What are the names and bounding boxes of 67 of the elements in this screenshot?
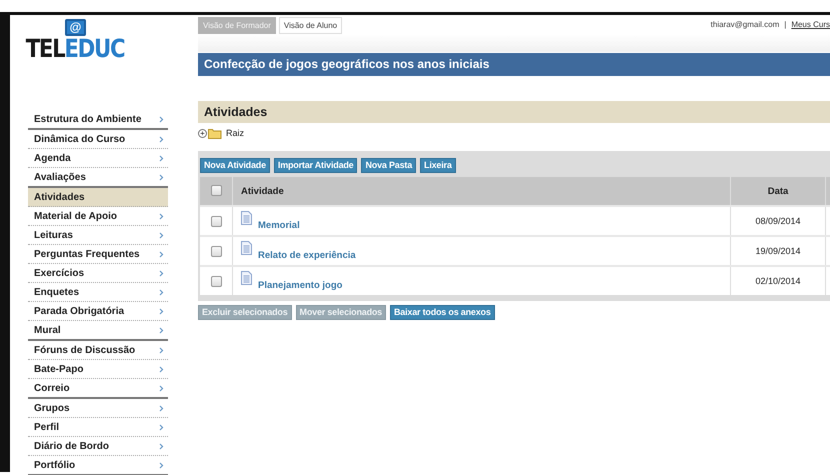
- sidebar-item[interactable]: Fóruns de Discussão: [28, 341, 168, 360]
- sidebar-item[interactable]: Dinâmica do Curso: [28, 130, 168, 149]
- table-cell: 08/09/2014: [730, 206, 826, 236]
- breadcrumb-link[interactable]: Raiz: [226, 128, 244, 138]
- chevron-icon: [159, 250, 164, 258]
- chevron-icon: [159, 174, 164, 180]
- checkbox[interactable]: [210, 185, 222, 196]
- checkbox[interactable]: [210, 276, 222, 287]
- toolbar-button[interactable]: Importar Atividade: [274, 158, 358, 173]
- sidebar-item[interactable]: Leituras: [28, 226, 168, 245]
- sidebar-item[interactable]: Avaliações: [28, 168, 168, 186]
- sidebar-item[interactable]: Parada Obrigatória: [28, 302, 168, 321]
- chevron-icon: [159, 346, 164, 354]
- sidebar-item[interactable]: Diário de Bordo: [28, 437, 168, 456]
- sidebar-item[interactable]: Portfólio: [28, 456, 168, 474]
- document-icon: [241, 271, 252, 288]
- sidebar-item[interactable]: Estrutura do Ambiente: [28, 110, 168, 128]
- column-header: Atividade: [232, 177, 730, 206]
- chevron-icon: [159, 384, 164, 392]
- courses-link[interactable]: Meus Curs: [791, 20, 830, 29]
- course-title-bar: Confecção de jogos geográficos nos anos iniciais: [198, 53, 830, 76]
- table-cell: 02/10/2014: [730, 266, 826, 295]
- chevron-icon: [159, 326, 164, 334]
- toolbar-button[interactable]: Nova Pasta: [361, 158, 416, 173]
- chevron-icon: [159, 404, 164, 412]
- sidebar-item[interactable]: Exercícios: [28, 264, 168, 283]
- sidebar-item[interactable]: Perfil: [28, 418, 168, 437]
- sidebar-item[interactable]: Perguntas Frequentes: [28, 245, 168, 264]
- expand-icon[interactable]: +: [198, 128, 207, 138]
- sidebar-item[interactable]: Bate-Papo: [28, 360, 168, 379]
- chevron-icon: [159, 288, 164, 296]
- section-title: Atividades: [198, 101, 830, 123]
- activity-link[interactable]: Memorial: [258, 220, 300, 231]
- view-tab[interactable]: Visão de Aluno: [278, 17, 342, 34]
- separator: |: [784, 20, 786, 29]
- chevron-icon: [159, 366, 164, 372]
- checkbox[interactable]: [210, 216, 222, 227]
- chevron-icon: [159, 136, 164, 142]
- sidebar-item[interactable]: Material de Apoio: [28, 207, 168, 226]
- toolbar-button[interactable]: Nova Atividade: [200, 158, 270, 173]
- document-icon: [241, 211, 252, 228]
- chevron-icon: [159, 116, 164, 122]
- action-button[interactable]: Baixar todos os anexos: [390, 305, 495, 320]
- table-cell: 19/09/2014: [730, 236, 826, 266]
- chevron-icon: [159, 442, 164, 450]
- sidebar-item[interactable]: Mural: [28, 321, 168, 339]
- sidebar-item[interactable]: Grupos: [28, 399, 168, 418]
- activity-link[interactable]: Relato de experiência: [258, 250, 356, 261]
- chevron-icon: [159, 232, 164, 238]
- chevron-icon: [159, 462, 164, 468]
- chevron-icon: [159, 154, 164, 162]
- activity-link[interactable]: Planejamento jogo: [258, 280, 342, 291]
- sidebar-item[interactable]: Correio: [28, 379, 168, 397]
- folder-icon: [208, 128, 222, 138]
- user-email: thiarav@gmail.com: [710, 20, 780, 29]
- sidebar-item[interactable]: Agenda: [28, 149, 168, 168]
- chevron-icon: [159, 270, 164, 276]
- toolbar-button[interactable]: Lixeira: [420, 158, 456, 173]
- sidebar-item[interactable]: Atividades: [28, 188, 168, 207]
- checkbox[interactable]: [210, 246, 222, 257]
- column-header: Data: [730, 177, 826, 206]
- sidebar-item[interactable]: Enquetes: [28, 283, 168, 302]
- logo: @ TELEDUC: [28, 19, 123, 65]
- chevron-icon: [159, 424, 164, 430]
- chevron-icon: [159, 308, 164, 314]
- document-icon: [241, 241, 252, 258]
- chevron-icon: [159, 212, 164, 220]
